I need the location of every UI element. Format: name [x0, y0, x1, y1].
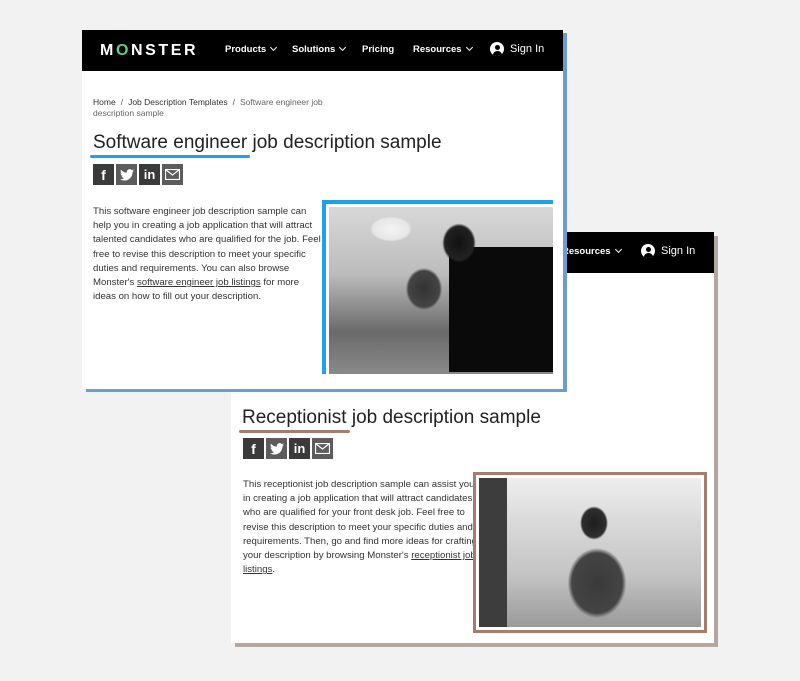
- share-twitter-button[interactable]: [116, 164, 137, 185]
- description-paragraph: This receptionist job description sample…: [243, 478, 478, 577]
- email-icon: [165, 169, 180, 180]
- twitter-icon: [119, 168, 134, 181]
- chevron-down-icon: [339, 43, 347, 52]
- share-facebook-button[interactable]: f: [243, 438, 264, 459]
- title-highlight: Software engineer: [93, 132, 248, 153]
- logo-letter-accent: O: [115, 42, 131, 59]
- twitter-icon: [269, 442, 284, 455]
- title-rest: job description sample: [247, 132, 442, 153]
- share-bar: f in: [243, 438, 333, 459]
- chevron-down-icon: [270, 43, 278, 52]
- software-engineer-job-listings-link[interactable]: software engineer job listings: [137, 277, 261, 288]
- page-title: Software engineer job description sample: [93, 132, 442, 154]
- body-text-start: This software engineer job description s…: [93, 206, 321, 289]
- user-circle-icon: [490, 42, 504, 56]
- share-twitter-button[interactable]: [266, 438, 287, 459]
- breadcrumb-separator: /: [120, 97, 124, 107]
- title-highlight: Receptionist: [242, 407, 347, 428]
- sign-in-link[interactable]: Sign In: [490, 42, 544, 56]
- breadcrumb-home[interactable]: Home: [93, 97, 116, 107]
- email-icon: [315, 443, 330, 454]
- nav-products[interactable]: Products: [225, 43, 278, 55]
- share-linkedin-button[interactable]: in: [139, 164, 160, 185]
- chevron-down-icon: [465, 43, 473, 52]
- nav-resources-label: Resources: [413, 44, 462, 55]
- nav-resources-label: Resources: [562, 246, 611, 257]
- page-title: Receptionist job description sample: [242, 407, 541, 429]
- share-facebook-button[interactable]: f: [93, 164, 114, 185]
- facebook-icon: f: [251, 440, 256, 457]
- nav-pricing-label: Pricing: [362, 44, 395, 55]
- linkedin-icon: in: [293, 441, 306, 456]
- facebook-icon: f: [101, 166, 106, 183]
- body-text-end: .: [272, 564, 275, 576]
- share-email-button[interactable]: [312, 438, 333, 459]
- top-nav: MONSTER Products Solutions Pricing Resou…: [82, 30, 563, 71]
- sign-in-link[interactable]: Sign In: [641, 244, 695, 258]
- sign-in-label: Sign In: [661, 245, 696, 257]
- software-engineer-photo: [329, 207, 553, 374]
- breadcrumb-job-description-templates[interactable]: Job Description Templates: [128, 97, 228, 107]
- breadcrumb: Home / Job Description Templates / Software …: [93, 97, 343, 119]
- receptionist-photo: [479, 478, 701, 627]
- logo-letters: NSTER: [130, 42, 199, 59]
- sign-in-label: Sign In: [510, 43, 545, 55]
- title-rest: job description sample: [346, 407, 541, 428]
- monster-logo[interactable]: MONSTER: [100, 42, 198, 60]
- nav-resources[interactable]: Resources: [562, 245, 622, 257]
- description-paragraph: This software engineer job description s…: [93, 205, 323, 304]
- software-engineer-photo-frame: [322, 200, 553, 374]
- logo-letter: M: [100, 42, 116, 59]
- chevron-down-icon: [614, 245, 622, 254]
- share-email-button[interactable]: [162, 164, 183, 185]
- linkedin-icon: in: [143, 167, 156, 182]
- share-bar: f in: [93, 164, 183, 185]
- body-text-start: This receptionist job description sample…: [243, 479, 477, 562]
- nav-products-label: Products: [225, 44, 267, 55]
- nav-solutions-label: Solutions: [292, 44, 336, 55]
- share-linkedin-button[interactable]: in: [289, 438, 310, 459]
- breadcrumb-separator: /: [232, 97, 235, 107]
- nav-resources[interactable]: Resources: [413, 43, 473, 55]
- user-circle-icon: [641, 244, 655, 258]
- nav-solutions[interactable]: Solutions: [292, 43, 347, 55]
- software-engineer-page-card: MONSTER Products Solutions Pricing Resou…: [82, 30, 563, 389]
- nav-pricing[interactable]: Pricing: [362, 44, 394, 55]
- receptionist-photo-frame: [473, 472, 707, 633]
